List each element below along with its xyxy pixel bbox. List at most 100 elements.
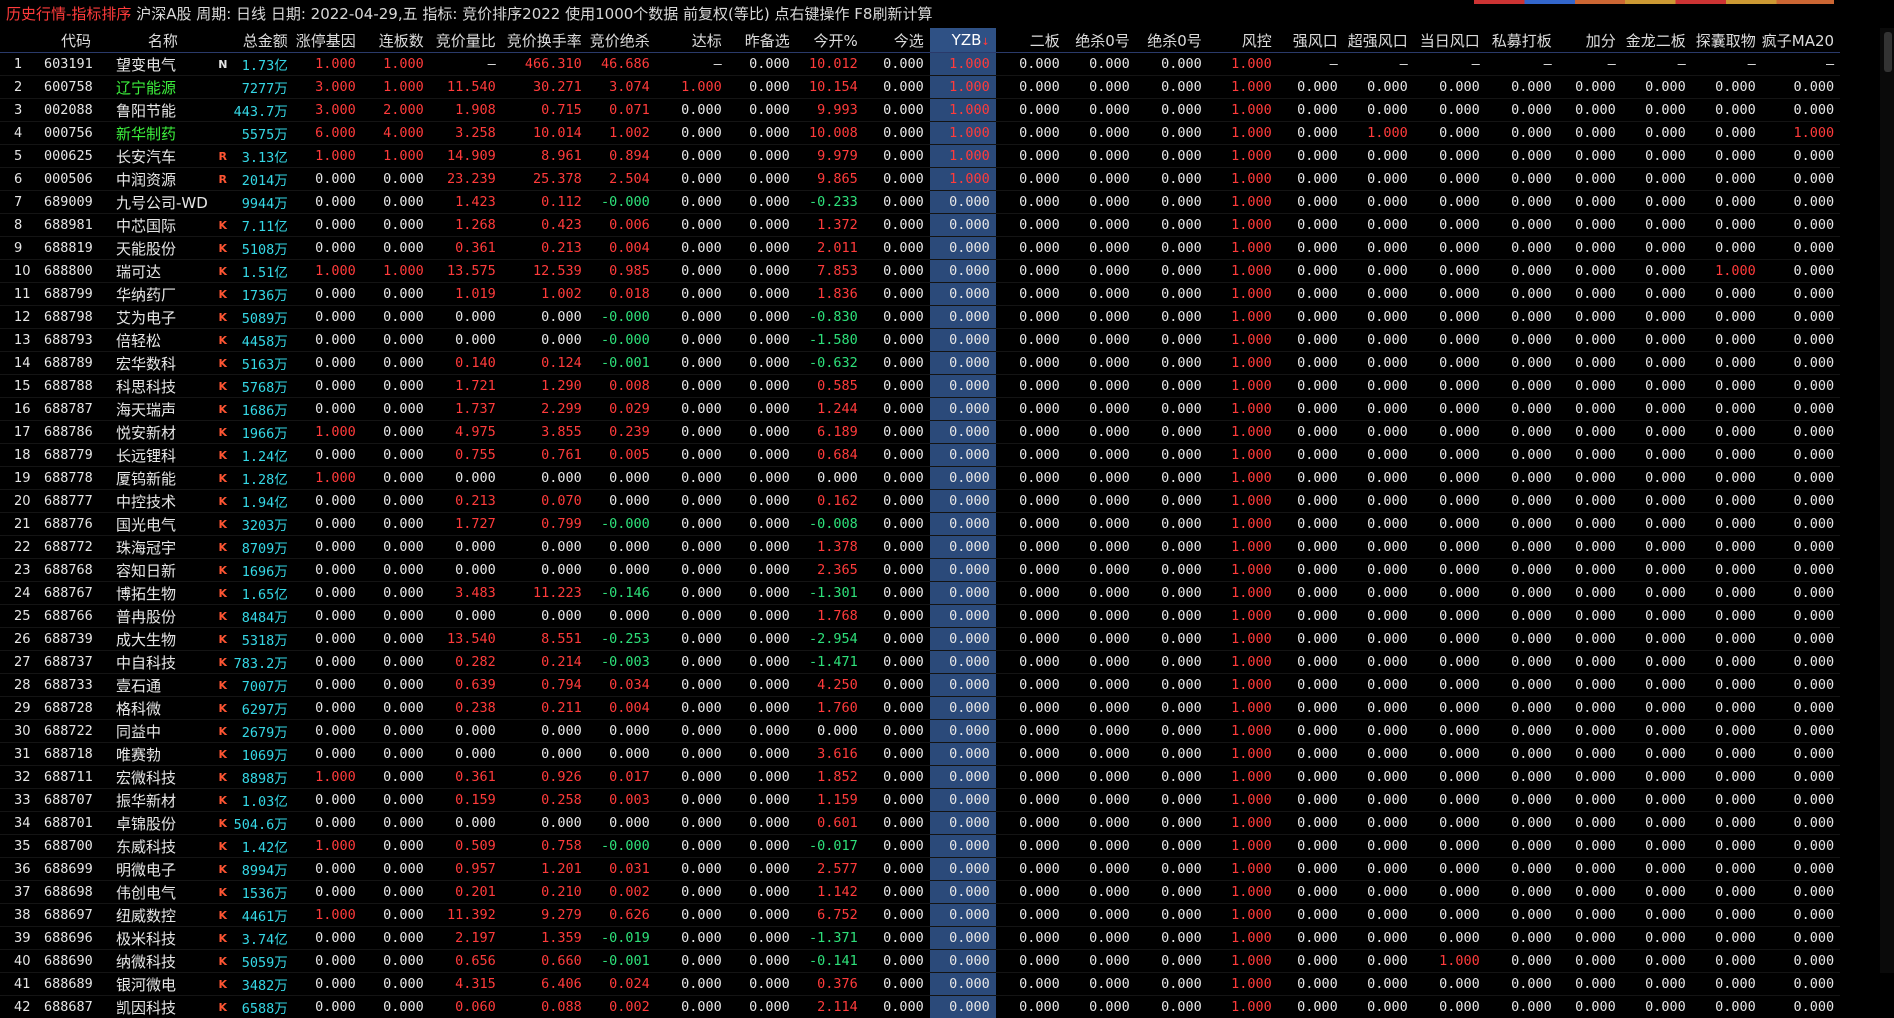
table-row[interactable]: 20688777中控技术K1.94亿0.0000.0000.2130.0700.… — [0, 490, 1840, 513]
cell-昨备选: 0.000 — [728, 260, 796, 283]
table-row[interactable]: 22688772珠海冠宇K8709万0.0000.0000.0000.0000.… — [0, 536, 1840, 559]
column-header-11[interactable]: 昨备选 — [728, 28, 796, 53]
table-row[interactable]: 36688699明微电子K8994万0.0000.0000.9571.2010.… — [0, 858, 1840, 881]
column-header-8[interactable]: 竞价换手率 — [502, 28, 588, 53]
table-row[interactable]: 31688718唯赛勃K1069万0.0000.0000.0000.0000.0… — [0, 743, 1840, 766]
cell-探囊取物: 0.000 — [1692, 996, 1762, 1018]
scrollbar-thumb[interactable] — [1884, 32, 1892, 72]
table-row[interactable]: 30688722同益中K2679万0.0000.0000.0000.0000.0… — [0, 720, 1840, 743]
table-row[interactable]: 17688786悦安新材K1966万1.0000.0004.9753.8550.… — [0, 421, 1840, 444]
title-highlight[interactable]: 历史行情-指标排序 — [0, 5, 131, 23]
column-header-25[interactable]: 探囊取物 — [1692, 28, 1762, 53]
table-row[interactable]: 16688787海天瑞声K1686万0.0000.0001.7372.2990.… — [0, 398, 1840, 421]
column-header-23[interactable]: 加分 — [1558, 28, 1622, 53]
column-header-6[interactable]: 连板数 — [362, 28, 430, 53]
cell-疯子MA20: 0.000 — [1762, 996, 1840, 1018]
table-row[interactable]: 18688779长远锂科K1.24亿0.0000.0000.7550.7610.… — [0, 444, 1840, 467]
column-header-20[interactable]: 超强风口 — [1344, 28, 1414, 53]
cell-竞价换手率: 466.310 — [502, 53, 588, 76]
table-row[interactable]: 42688687凯因科技K6588万0.0000.0000.0600.0880.… — [0, 996, 1840, 1018]
cell-超强风口: 0.000 — [1344, 306, 1414, 329]
vertical-scrollbar[interactable] — [1880, 28, 1894, 973]
column-header-26[interactable]: 疯子MA20 — [1762, 28, 1840, 53]
column-header-1[interactable]: 代码 — [40, 28, 112, 53]
cell-风控: 1.000 — [1208, 76, 1278, 99]
market-tag: K — [214, 743, 232, 766]
column-header-12[interactable]: 今开% — [796, 28, 864, 53]
column-header-17[interactable]: 绝杀0号 — [1136, 28, 1208, 53]
column-header-2[interactable]: 名称 — [112, 28, 214, 53]
table-row[interactable]: 12688798艾为电子K5089万0.0000.0000.0000.000-0… — [0, 306, 1840, 329]
column-header-19[interactable]: 强风口 — [1278, 28, 1344, 53]
table-row[interactable]: 8688981中芯国际K7.11亿0.0000.0001.2680.4230.0… — [0, 214, 1840, 237]
cell-YZB: 0.000 — [930, 398, 996, 421]
cell-强风口: 0.000 — [1278, 168, 1344, 191]
table-row[interactable]: 2600758辽宁能源7277万3.0001.00011.54030.2713.… — [0, 76, 1840, 99]
table-row[interactable]: 14688789宏华数科K5163万0.0000.0000.1400.124-0… — [0, 352, 1840, 375]
cell-金龙二板: 0.000 — [1622, 720, 1692, 743]
stock-code: 002088 — [40, 99, 112, 122]
table-row[interactable]: 11688799华纳药厂K1736万0.0000.0001.0191.0020.… — [0, 283, 1840, 306]
table-row[interactable]: 28688733壹石通K7007万0.0000.0000.6390.7940.0… — [0, 674, 1840, 697]
column-header-0[interactable] — [0, 28, 40, 53]
table-row[interactable]: 1603191望变电气N1.73亿1.0001.000–466.31046.68… — [0, 53, 1840, 76]
table-row[interactable]: 39688696极米科技K3.74亿0.0000.0002.1971.359-0… — [0, 927, 1840, 950]
table-row[interactable]: 23688768容知日新K1696万0.0000.0000.0000.0000.… — [0, 559, 1840, 582]
table-row[interactable]: 37688698伟创电气K1536万0.0000.0000.2010.2100.… — [0, 881, 1840, 904]
cell-风控: 1.000 — [1208, 812, 1278, 835]
stock-code: 688776 — [40, 513, 112, 536]
table-row[interactable]: 25688766普冉股份K8484万0.0000.0000.0000.0000.… — [0, 605, 1840, 628]
table-row[interactable]: 35688700东威科技K1.42亿1.0000.0000.5090.758-0… — [0, 835, 1840, 858]
table-row[interactable]: 21688776国光电气K3203万0.0000.0001.7270.799-0… — [0, 513, 1840, 536]
table-row[interactable]: 27688737中自科技K783.2万0.0000.0000.2820.214-… — [0, 651, 1840, 674]
cell-竞价换手率: 0.210 — [502, 881, 588, 904]
table-row[interactable]: 34688701卓锦股份K504.6万0.0000.0000.0000.0000… — [0, 812, 1840, 835]
table-row[interactable]: 9688819天能股份K5108万0.0000.0000.3610.2130.0… — [0, 237, 1840, 260]
column-header-16[interactable]: 绝杀0号 — [1066, 28, 1136, 53]
column-header-24[interactable]: 金龙二板 — [1622, 28, 1692, 53]
column-header-22[interactable]: 私募打板 — [1486, 28, 1558, 53]
table-row[interactable]: 19688778厦钨新能K1.28亿1.0000.0000.0000.0000.… — [0, 467, 1840, 490]
table-row[interactable]: 15688788科思科技K5768万0.0000.0001.7211.2900.… — [0, 375, 1840, 398]
table-row[interactable]: 24688767博拓生物K1.65亿0.0000.0003.48311.223-… — [0, 582, 1840, 605]
table-row[interactable]: 5000625长安汽车R3.13亿1.0001.00014.9098.9610.… — [0, 145, 1840, 168]
column-header-10[interactable]: 达标 — [656, 28, 728, 53]
indicator-sort-table[interactable]: 代码名称总金额涨停基因连板数竞价量比竞价换手率竞价绝杀达标昨备选今开%今选YZB… — [0, 28, 1840, 1018]
cell-风控: 1.000 — [1208, 927, 1278, 950]
table-row[interactable]: 4000756新华制药5575万6.0004.0003.25810.0141.0… — [0, 122, 1840, 145]
table-row[interactable]: 29688728格科微K6297万0.0000.0000.2380.2110.0… — [0, 697, 1840, 720]
cell-当日风口: 0.000 — [1414, 559, 1486, 582]
total-amount: 7007万 — [232, 674, 294, 697]
table-row[interactable]: 13688793倍轻松K4458万0.0000.0000.0000.000-0.… — [0, 329, 1840, 352]
table-row[interactable]: 41688689银河微电K3482万0.0000.0004.3156.4060.… — [0, 973, 1840, 996]
column-header-13[interactable]: 今选 — [864, 28, 930, 53]
column-header-14[interactable]: YZB↓ — [930, 28, 996, 53]
column-header-18[interactable]: 风控 — [1208, 28, 1278, 53]
column-header-21[interactable]: 当日风口 — [1414, 28, 1486, 53]
table-row[interactable]: 3002088鲁阳节能443.7万3.0002.0001.9080.7150.0… — [0, 99, 1840, 122]
column-header-3[interactable] — [214, 28, 232, 53]
table-row[interactable]: 40688690纳微科技K5059万0.0000.0000.6560.660-0… — [0, 950, 1840, 973]
table-row[interactable]: 38688697纽威数控K4461万1.0000.00011.3929.2790… — [0, 904, 1840, 927]
cell-疯子MA20: 0.000 — [1762, 720, 1840, 743]
cell-疯子MA20: 0.000 — [1762, 536, 1840, 559]
cell-连板数: 0.000 — [362, 283, 430, 306]
cell-竞价换手率: 0.758 — [502, 835, 588, 858]
column-header-15[interactable]: 二板 — [996, 28, 1066, 53]
column-header-4[interactable]: 总金额 — [232, 28, 294, 53]
cell-连板数: 0.000 — [362, 467, 430, 490]
total-amount: 3482万 — [232, 973, 294, 996]
table-row[interactable]: 33688707振华新材K1.03亿0.0000.0000.1590.2580.… — [0, 789, 1840, 812]
cell-绝杀0号: 0.000 — [1136, 283, 1208, 306]
table-row[interactable]: 32688711宏微科技K8898万1.0000.0000.3610.9260.… — [0, 766, 1840, 789]
column-header-5[interactable]: 涨停基因 — [294, 28, 362, 53]
table-row[interactable]: 6000506中润资源R2014万0.0000.00023.23925.3782… — [0, 168, 1840, 191]
cell-超强风口: 0.000 — [1344, 766, 1414, 789]
column-header-9[interactable]: 竞价绝杀 — [588, 28, 656, 53]
table-row[interactable]: 10688800瑞可达K1.51亿1.0001.00013.57512.5390… — [0, 260, 1840, 283]
table-row[interactable]: 26688739成大生物K5318万0.0000.00013.5408.551-… — [0, 628, 1840, 651]
sort-desc-icon: ↓ — [981, 37, 989, 48]
table-row[interactable]: 7689009九号公司-WD9944万0.0000.0001.4230.112-… — [0, 191, 1840, 214]
cell-昨备选: 0.000 — [728, 421, 796, 444]
column-header-7[interactable]: 竞价量比 — [430, 28, 502, 53]
